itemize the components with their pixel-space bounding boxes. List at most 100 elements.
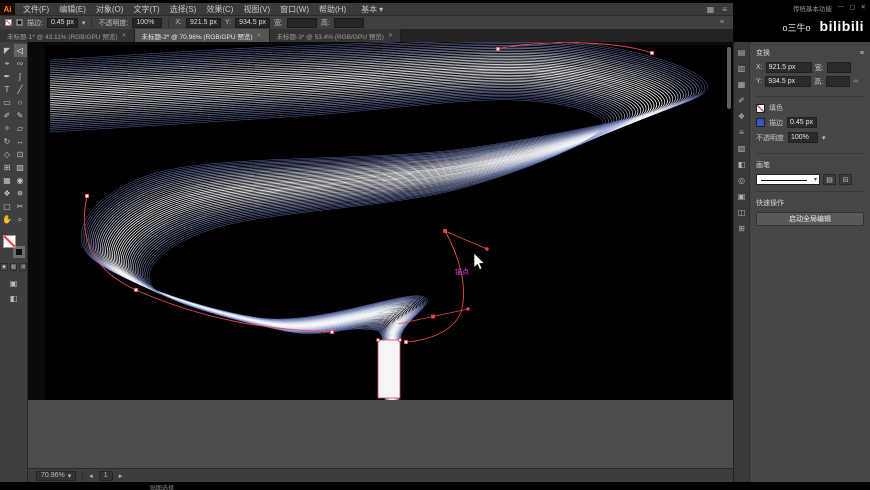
selected-path-funnel[interactable] xyxy=(406,231,464,342)
lasso-tool[interactable]: ∾ xyxy=(14,57,27,70)
direction-handle-end[interactable] xyxy=(466,307,469,310)
menu-item[interactable]: 窗口(W) xyxy=(275,4,314,15)
vertical-scrollbar[interactable] xyxy=(727,47,731,109)
artboard-next-icon[interactable]: ▸ xyxy=(119,472,123,480)
symbols-panel-icon[interactable]: ❖ xyxy=(738,112,745,121)
swatches-panel-icon[interactable]: ▦ xyxy=(738,80,746,89)
document-tab[interactable]: 未标题-3* @ 53.4% (RGB/GPU 预览) ✕ xyxy=(270,29,401,42)
anchor-point[interactable] xyxy=(377,339,380,342)
close-button[interactable]: ✕ xyxy=(861,3,866,11)
magic-wand-tool[interactable]: ⌖ xyxy=(1,57,14,70)
shape-builder-tool[interactable]: ⊞ xyxy=(1,161,14,174)
blend-source-rectangle[interactable] xyxy=(378,340,400,398)
direction-handle-line[interactable] xyxy=(445,231,487,249)
tab-close-icon[interactable]: ✕ xyxy=(257,32,262,39)
stroke-weight-field[interactable]: 0.45 px xyxy=(47,18,78,28)
canvas[interactable]: 锚点 xyxy=(28,42,733,468)
document-tab[interactable]: 未标题-1* @ 43.11% (RGB/GPU 预览) ✕ xyxy=(0,29,135,42)
zoom-control[interactable]: 70.96% ▾ xyxy=(36,471,76,481)
layers-panel-icon[interactable]: ◫ xyxy=(738,208,746,217)
menu-item[interactable]: 文件(F) xyxy=(18,4,54,15)
menu-item[interactable]: 对象(O) xyxy=(91,4,129,15)
height-field[interactable] xyxy=(334,18,364,28)
rectangle-tool[interactable]: ▭ xyxy=(1,96,14,109)
graphic-styles-panel-icon[interactable]: ▣ xyxy=(738,192,746,201)
selected-anchor-point[interactable] xyxy=(443,229,446,232)
minimize-button[interactable]: — xyxy=(838,3,845,11)
appearance-panel-icon[interactable]: ◎ xyxy=(738,176,745,185)
none-mode-button[interactable]: ⊘ xyxy=(19,263,27,271)
menu-item[interactable]: 视图(V) xyxy=(238,4,275,15)
eraser-tool[interactable]: ▱ xyxy=(14,122,27,135)
color-guide-panel-icon[interactable]: ▥ xyxy=(738,64,746,73)
constrain-proportions-icon[interactable]: ∞ xyxy=(853,78,858,85)
menu-item[interactable]: 帮助(H) xyxy=(314,4,351,15)
width-field[interactable] xyxy=(827,62,851,73)
artboard-prev-icon[interactable]: ◂ xyxy=(89,472,93,480)
direct-selection-tool[interactable]: ◁ xyxy=(14,44,27,57)
symbol-sprayer-tool[interactable]: ✵ xyxy=(14,187,27,200)
opacity-field[interactable]: 100% xyxy=(132,18,162,28)
selection-tool[interactable]: ◤ xyxy=(1,44,14,57)
control-bar-menu-icon[interactable]: ≡ xyxy=(720,19,728,26)
x-field[interactable]: 921.5 px xyxy=(186,18,221,28)
height-field[interactable] xyxy=(826,76,850,87)
menu-bar-menu-icon[interactable]: ≡ xyxy=(722,5,727,14)
width-field[interactable] xyxy=(287,18,317,28)
menu-item[interactable]: 效果(C) xyxy=(201,4,238,15)
y-field[interactable]: 934.5 px xyxy=(235,18,270,28)
stroke-panel-icon[interactable]: ≡ xyxy=(739,128,744,137)
paintbrush-tool[interactable]: ✐ xyxy=(1,109,14,122)
scale-tool[interactable]: ↔ xyxy=(14,135,27,148)
color-mode-button[interactable]: ■ xyxy=(0,263,8,271)
anchor-point[interactable] xyxy=(85,194,88,197)
global-edit-button[interactable]: 启动全局编辑 xyxy=(756,212,864,226)
width-tool[interactable]: ◇ xyxy=(1,148,14,161)
selected-path-top[interactable] xyxy=(498,43,652,53)
mesh-tool[interactable]: ▦ xyxy=(1,174,14,187)
screen-mode-icon[interactable]: ◧ xyxy=(10,294,18,303)
artboard-number-field[interactable]: 1 xyxy=(99,471,113,481)
menu-item[interactable]: 文字(T) xyxy=(128,4,164,15)
opacity-field[interactable]: 100% xyxy=(788,132,818,143)
anchor-point[interactable] xyxy=(134,288,137,291)
workspace-switcher[interactable]: 基本 ▾ xyxy=(361,4,383,15)
slice-tool[interactable]: ✂ xyxy=(14,200,27,213)
curvature-tool[interactable]: ∫ xyxy=(14,70,27,83)
tab-close-icon[interactable]: ✕ xyxy=(122,32,127,39)
artboards-panel-icon[interactable]: ⊞ xyxy=(738,224,745,233)
free-transform-tool[interactable]: ⊡ xyxy=(14,148,27,161)
restore-button[interactable]: ▢ xyxy=(849,3,855,11)
document-tab[interactable]: 未标题-2* @ 70.96% (RGB/GPU 预览) ✕ xyxy=(135,29,270,42)
y-field[interactable]: 934.5 px xyxy=(765,76,811,87)
stroke-profile-dropdown[interactable]: ▾ xyxy=(756,174,820,185)
x-field[interactable]: 921.5 px xyxy=(766,62,812,73)
panel-menu-icon[interactable]: ≡ xyxy=(860,50,864,57)
selected-anchor-point[interactable] xyxy=(431,315,434,318)
shaper-tool[interactable]: ✧ xyxy=(1,122,14,135)
anchor-point[interactable] xyxy=(399,339,402,342)
brushes-panel-icon[interactable]: ✐ xyxy=(738,96,745,105)
direction-handle-end[interactable] xyxy=(485,247,488,250)
rotate-tool[interactable]: ↻ xyxy=(1,135,14,148)
anchor-point[interactable] xyxy=(404,340,407,343)
gradient-tool[interactable]: ▧ xyxy=(14,161,27,174)
menu-item[interactable]: 选择(S) xyxy=(165,4,202,15)
zoom-tool[interactable]: ⌕ xyxy=(14,213,27,226)
ellipse-tool[interactable]: ○ xyxy=(14,96,27,109)
brush-options-icon[interactable]: ⊟ xyxy=(839,174,852,185)
anchor-point[interactable] xyxy=(650,51,653,54)
pen-tool[interactable]: ✒ xyxy=(1,70,14,83)
menu-item[interactable]: 编辑(E) xyxy=(54,4,91,15)
fill-swatch-icon[interactable] xyxy=(5,19,12,26)
stroke-swatch[interactable] xyxy=(756,118,765,127)
brush-libraries-icon[interactable]: ▤ xyxy=(823,174,836,185)
anchor-point[interactable] xyxy=(330,330,333,333)
hand-tool[interactable]: ✋ xyxy=(1,213,14,226)
stroke-weight-field[interactable]: 0.45 px xyxy=(787,117,817,128)
fill-stroke-indicator[interactable] xyxy=(3,235,25,258)
gradient-mode-button[interactable]: ▧ xyxy=(10,263,18,271)
gradient-panel-icon[interactable]: ▧ xyxy=(738,144,746,153)
line-segment-tool[interactable]: ╱ xyxy=(14,83,27,96)
color-panel-icon[interactable]: ▤ xyxy=(738,48,746,57)
